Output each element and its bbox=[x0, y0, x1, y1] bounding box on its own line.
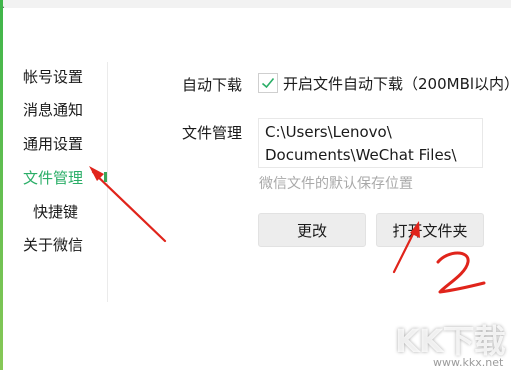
watermark-url: www.kkx.net bbox=[433, 356, 504, 369]
annotation-step-number-2 bbox=[436, 251, 486, 294]
annotation-arrow-to-file-management bbox=[89, 166, 167, 243]
green-cursor-mark bbox=[104, 172, 107, 182]
annotation-arrow-to-open-folder bbox=[392, 221, 420, 274]
